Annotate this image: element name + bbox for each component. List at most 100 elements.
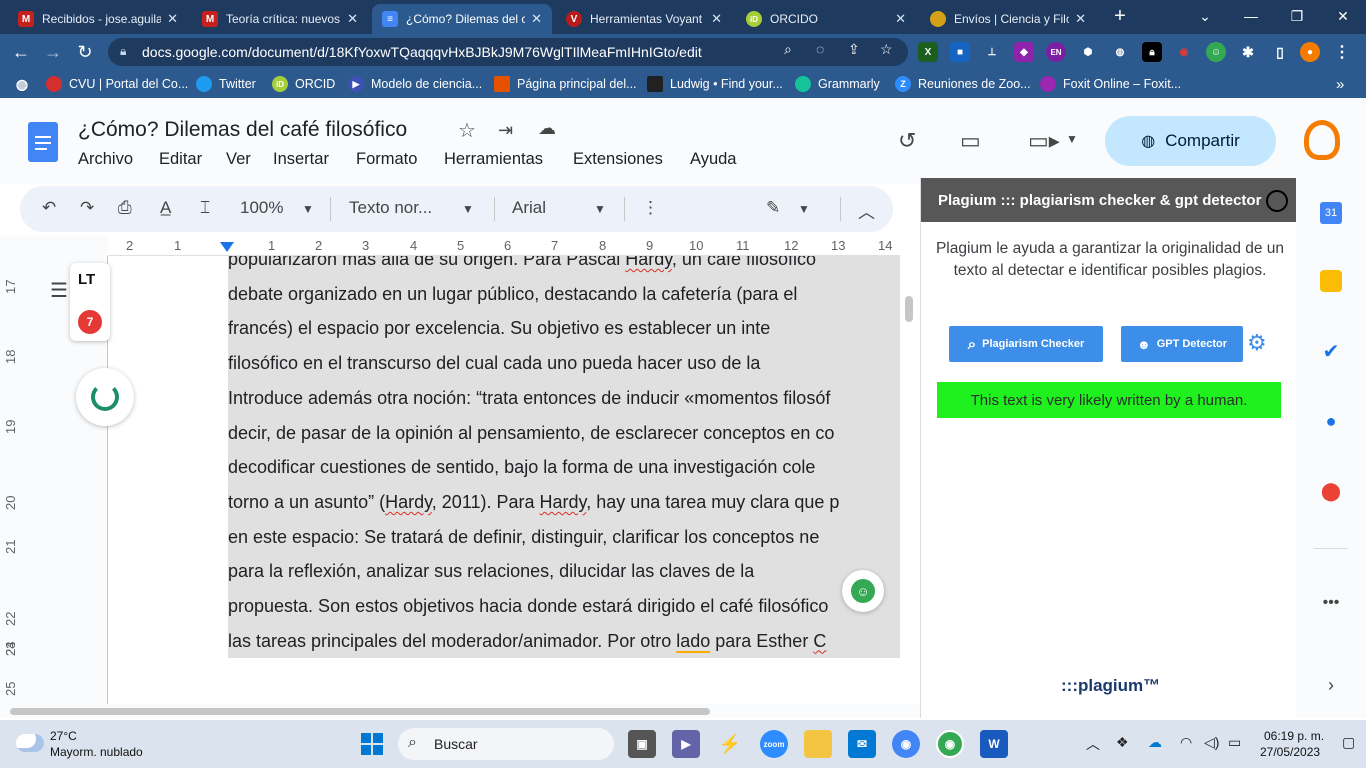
share-page-icon[interactable]: ⇪ xyxy=(848,41,860,58)
weather-cloud-icon[interactable] xyxy=(16,734,44,752)
bookmark-pagina[interactable]: Página principal del... xyxy=(494,75,637,93)
text-line[interactable]: francés) el espacio por excelencia. Su o… xyxy=(228,311,770,345)
close-icon[interactable]: ✕ xyxy=(1075,11,1086,27)
plagium-logo[interactable]: :::plagium™ xyxy=(1061,676,1160,696)
tab-voyant[interactable]: V Herramientas Voyant ✕ xyxy=(556,4,732,34)
edit-pencil-icon[interactable]: ✎ xyxy=(766,198,780,218)
horizontal-scrollbar[interactable] xyxy=(0,704,920,718)
minimize-button[interactable]: — xyxy=(1228,0,1274,32)
chrome-icon[interactable]: ◉ xyxy=(892,730,920,758)
scrollbar-thumb[interactable] xyxy=(10,708,710,715)
settings-gear-icon[interactable]: ⚙ xyxy=(1247,330,1267,356)
error-count-badge[interactable]: 7 xyxy=(78,310,102,334)
translate-extension-icon[interactable]: EN xyxy=(1046,42,1066,62)
menu-ayuda[interactable]: Ayuda xyxy=(690,150,737,169)
gpt-detector-button[interactable]: ☻ GPT Detector xyxy=(1121,326,1243,362)
indent-marker[interactable] xyxy=(220,242,234,252)
more-options-icon[interactable]: ⋮ xyxy=(642,198,659,218)
side-panel-icon[interactable]: ▯ xyxy=(1270,42,1290,62)
dropbox-icon[interactable]: ❖ xyxy=(1116,734,1129,751)
horizontal-ruler[interactable]: 2 1 1 2 3 4 5 6 7 8 9 10 11 12 13 14 xyxy=(108,236,900,256)
extension-icon[interactable]: ■ xyxy=(950,42,970,62)
text-line[interactable]: para la reflexión, analizar sus relacion… xyxy=(228,554,754,588)
document-page[interactable]: popularizaron más allá de su origen. Par… xyxy=(108,256,900,704)
chevron-down-icon[interactable]: ▼ xyxy=(594,202,606,216)
gpt-detector-float-button[interactable]: ☺ xyxy=(842,570,884,612)
undo-icon[interactable]: ↶ xyxy=(42,198,56,218)
vertical-ruler[interactable]: 17 18 19 20 21 22 23 24 25 xyxy=(0,256,20,704)
tray-chevron-icon[interactable]: ︿ xyxy=(1086,734,1100,754)
weather-description[interactable]: Mayorm. nublado xyxy=(50,745,143,759)
bookmark-grammarly[interactable]: Grammarly xyxy=(795,75,880,93)
text-line[interactable]: torno a un asunto” (Hardy, 2011). Para H… xyxy=(228,485,839,519)
calendar-icon[interactable]: 31 xyxy=(1320,202,1342,224)
tab-envios[interactable]: Envíos | Ciencia y Filos ✕ xyxy=(920,4,1096,34)
selected-text-block[interactable]: popularizaron más allá de su origen. Par… xyxy=(228,256,900,658)
text-line[interactable]: debate organizado en un lugar público, d… xyxy=(228,277,797,311)
history-icon[interactable]: ↺ xyxy=(898,128,916,154)
close-icon[interactable]: ✕ xyxy=(711,11,722,27)
menu-insertar[interactable]: Insertar xyxy=(273,150,329,169)
teams-icon[interactable]: ▶ xyxy=(672,730,700,758)
tasks-icon[interactable]: ✔ xyxy=(1320,340,1342,363)
maps-icon[interactable]: ⬤ xyxy=(1320,480,1342,502)
languagetool-widget[interactable]: LT 7 xyxy=(70,263,110,341)
outline-icon[interactable]: ☰ xyxy=(50,278,68,303)
bookmark-foxit[interactable]: Foxit Online – Foxit... xyxy=(1040,75,1181,93)
back-arrow-icon[interactable]: ← xyxy=(8,40,34,64)
extension-icon[interactable]: ◉ xyxy=(1174,42,1194,62)
wifi-icon[interactable]: ◠ xyxy=(1180,734,1192,751)
close-window-button[interactable]: ✕ xyxy=(1320,0,1366,32)
menu-herramientas[interactable]: Herramientas xyxy=(444,150,543,169)
style-select[interactable]: Texto nor... xyxy=(349,198,432,218)
account-avatar[interactable] xyxy=(1304,120,1340,160)
text-line[interactable]: en este espacio: Se tratará de definir, … xyxy=(228,520,819,554)
menu-formato[interactable]: Formato xyxy=(356,150,417,169)
extension-icon[interactable]: ◆ xyxy=(1014,42,1034,62)
extension-icon[interactable]: ⊥ xyxy=(982,42,1002,62)
text-line[interactable]: las tareas principales del moderador/ani… xyxy=(228,624,826,658)
expand-panel-icon[interactable]: › xyxy=(1320,674,1342,696)
profile-avatar[interactable]: ● xyxy=(1300,42,1320,62)
close-icon[interactable]: ✕ xyxy=(531,11,542,27)
share-button[interactable]: ◍ Compartir xyxy=(1105,116,1276,166)
close-icon[interactable]: ✕ xyxy=(347,11,358,27)
document-title[interactable]: ¿Cómo? Dilemas del café filosófico xyxy=(78,118,407,142)
close-icon[interactable]: ✕ xyxy=(167,11,178,27)
cloud-saved-icon[interactable]: ☁ xyxy=(538,118,556,139)
eye-off-icon[interactable]: ◌ xyxy=(816,41,824,57)
tab-docs-active[interactable]: ≡ ¿Cómo? Dilemas del c ✕ xyxy=(372,4,552,34)
text-line[interactable]: Introduce además otra noción: “trata ent… xyxy=(228,381,830,415)
word-icon[interactable]: W xyxy=(980,730,1008,758)
tab-search-icon[interactable]: ⌄ xyxy=(1182,0,1228,32)
restore-button[interactable]: ❐ xyxy=(1274,0,1320,32)
chevron-down-icon[interactable]: ▼ xyxy=(1066,132,1078,146)
text-line[interactable]: filosófico en el transcurso del cual cad… xyxy=(228,346,760,380)
file-explorer-icon[interactable] xyxy=(804,730,832,758)
tab-orcid[interactable]: iD ORCIDO ✕ xyxy=(736,4,916,34)
text-line[interactable]: decodificar cuestiones de sentido, bajo … xyxy=(228,450,815,484)
extension-icon[interactable]: ◍ xyxy=(1110,42,1130,62)
collapse-menu-icon[interactable]: ︿ xyxy=(858,198,875,223)
star-icon[interactable]: ☆ xyxy=(458,118,476,143)
volume-icon[interactable]: ◁) xyxy=(1204,734,1219,751)
extension-icon[interactable]: ⬢ xyxy=(1078,42,1098,62)
grammarly-button[interactable] xyxy=(76,368,134,426)
onedrive-icon[interactable]: ☁ xyxy=(1148,734,1162,751)
bookmark-twitter[interactable]: Twitter xyxy=(196,75,256,93)
zoom-select[interactable]: 100% xyxy=(240,198,283,218)
text-line[interactable]: decir, de pasar de la opinión al pensami… xyxy=(228,416,834,450)
zoom-icon[interactable]: ⌕ xyxy=(784,41,792,58)
menu-archivo[interactable]: Archivo xyxy=(78,150,133,169)
comments-icon[interactable]: ▭ xyxy=(960,128,981,154)
tab-gmail-inbox[interactable]: M Recibidos - jose.aguila ✕ xyxy=(8,4,188,34)
docs-logo-icon[interactable] xyxy=(28,122,58,162)
text-line[interactable]: popularizaron más allá de su origen. Par… xyxy=(228,256,816,276)
weather-temperature[interactable]: 27°C xyxy=(50,729,77,743)
spellcheck-icon[interactable]: A̲ xyxy=(160,198,171,218)
tab-gmail-teoria[interactable]: M Teoría crítica: nuevos r ✕ xyxy=(192,4,368,34)
text-line[interactable]: propuesta. Son estos objetivos hacia don… xyxy=(228,589,828,623)
plagiarism-checker-button[interactable]: ⌕ Plagiarism Checker xyxy=(949,326,1103,362)
excel-extension-icon[interactable]: X xyxy=(918,42,938,62)
menu-editar[interactable]: Editar xyxy=(159,150,202,169)
